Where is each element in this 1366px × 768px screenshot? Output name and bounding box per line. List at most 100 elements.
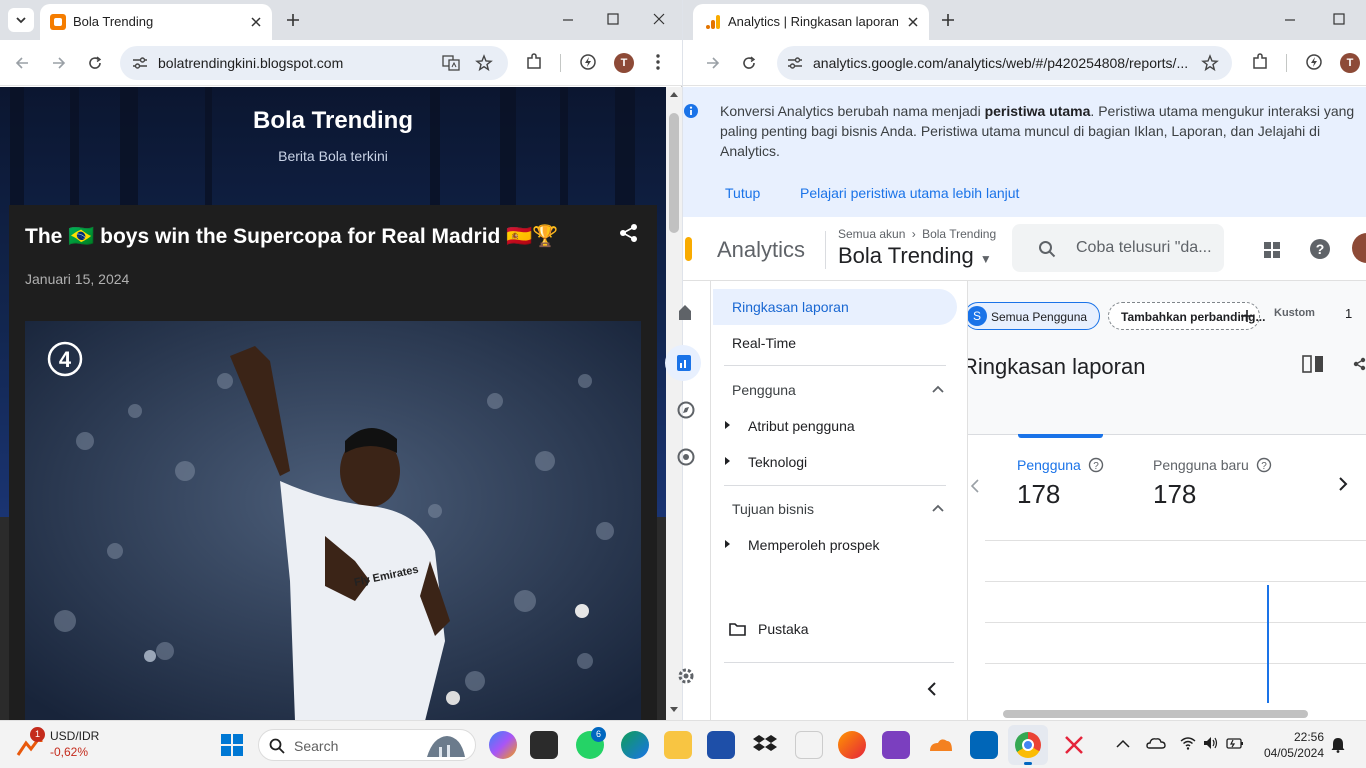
nav-item-realtime[interactable]: Real-Time xyxy=(732,335,796,351)
tab-bola-trending[interactable]: Bola Trending xyxy=(40,4,272,40)
notification-bell-icon[interactable] xyxy=(1331,737,1345,753)
taskbar-search[interactable]: Search xyxy=(258,729,476,761)
account-breadcrumb[interactable]: Semua akun › Bola Trending xyxy=(838,227,996,241)
nav-section-business-objectives[interactable]: Tujuan bisnis xyxy=(732,501,814,517)
account-avatar[interactable] xyxy=(1352,233,1366,263)
tab-analytics[interactable]: Analytics | Ringkasan laporan xyxy=(693,4,929,40)
firefox-icon[interactable] xyxy=(838,731,866,759)
more-menu-icon[interactable] xyxy=(655,53,661,71)
tab-search-button[interactable] xyxy=(8,8,34,32)
address-bar[interactable]: analytics.google.com/analytics/web/#/p42… xyxy=(777,46,1232,80)
onedrive-cloud-icon[interactable] xyxy=(1146,736,1166,750)
date-range-label[interactable]: Kustom xyxy=(1274,307,1315,319)
visual-studio-icon[interactable] xyxy=(882,731,910,759)
nav-item-generate-leads[interactable]: Memperoleh prospek xyxy=(748,537,880,553)
segment-chip-all-users[interactable]: S Semua Pengguna xyxy=(968,302,1100,330)
microsoft-store-icon[interactable] xyxy=(707,731,735,759)
scroll-up-arrow-icon[interactable] xyxy=(670,91,678,97)
site-settings-icon[interactable] xyxy=(787,56,803,70)
collapse-nav-chevron-icon[interactable] xyxy=(927,682,937,696)
snipping-tool-icon[interactable] xyxy=(1060,731,1088,759)
cloudflare-icon[interactable] xyxy=(926,731,954,759)
analytics-search[interactable]: Coba telusuri "da... xyxy=(1012,224,1224,272)
blog-title[interactable]: Bola Trending xyxy=(0,107,666,135)
performance-icon[interactable] xyxy=(579,53,597,71)
file-explorer-icon[interactable] xyxy=(664,731,692,759)
system-tray-chevron-icon[interactable] xyxy=(1116,739,1130,749)
bookmark-star-icon[interactable] xyxy=(1201,54,1219,72)
back-arrow-icon[interactable] xyxy=(14,55,30,71)
profile-avatar[interactable]: T xyxy=(614,53,634,73)
vscode-icon[interactable] xyxy=(970,731,998,759)
stock-name[interactable]: USD/IDR xyxy=(50,729,99,743)
expand-triangle-icon[interactable] xyxy=(725,540,731,548)
chrome-active-button[interactable] xyxy=(1008,725,1048,765)
chevron-up-icon[interactable] xyxy=(932,504,944,512)
share-icon[interactable] xyxy=(619,223,639,243)
help-icon[interactable]: ? xyxy=(1310,239,1330,259)
copilot-icon[interactable] xyxy=(489,731,517,759)
post-image[interactable]: 4 Fly Emirates xyxy=(25,321,641,720)
scrollbar-thumb[interactable] xyxy=(669,113,679,233)
reload-icon[interactable] xyxy=(87,55,103,71)
address-bar[interactable]: bolatrendingkini.blogspot.com xyxy=(120,46,508,80)
add-comparison-chip[interactable]: Tambahkan perbanding... xyxy=(1108,302,1265,330)
property-selector[interactable]: Bola Trending ▼ xyxy=(838,243,992,269)
task-view-icon[interactable] xyxy=(530,731,558,759)
help-circle-icon[interactable]: ? xyxy=(1256,457,1272,473)
maximize-icon[interactable] xyxy=(607,13,619,25)
new-tab-plus-icon[interactable] xyxy=(940,12,956,28)
dropbox-icon[interactable] xyxy=(751,731,779,759)
close-icon[interactable] xyxy=(907,16,919,28)
banner-close-button[interactable]: Tutup xyxy=(725,185,760,201)
carousel-next-chevron-icon[interactable] xyxy=(1338,477,1348,491)
amazon-icon[interactable] xyxy=(795,731,823,759)
whatsapp-icon[interactable]: 6 xyxy=(576,727,606,759)
share-icon[interactable] xyxy=(1353,357,1366,371)
translate-icon[interactable] xyxy=(442,55,460,71)
close-icon[interactable] xyxy=(250,16,262,28)
minimize-icon[interactable] xyxy=(1284,14,1296,26)
metric-users[interactable]: Pengguna 178 xyxy=(1017,457,1081,510)
nav-item-report-snapshot[interactable]: Ringkasan laporan xyxy=(732,299,849,315)
window-close-icon[interactable] xyxy=(653,13,665,25)
site-settings-icon[interactable] xyxy=(132,56,148,70)
volume-icon[interactable] xyxy=(1203,736,1219,750)
maximize-icon[interactable] xyxy=(1333,13,1345,25)
nav-section-users[interactable]: Pengguna xyxy=(732,382,796,398)
admin-gear-icon[interactable] xyxy=(677,667,695,685)
nav-item-library[interactable]: Pustaka xyxy=(758,621,809,637)
stock-widget[interactable]: 1 xyxy=(14,727,45,759)
forward-arrow-icon[interactable] xyxy=(705,55,721,71)
performance-icon[interactable] xyxy=(1305,53,1323,71)
advertising-icon[interactable] xyxy=(677,448,695,466)
carousel-prev-chevron-icon[interactable] xyxy=(971,479,979,493)
expand-triangle-icon[interactable] xyxy=(725,421,731,429)
minimize-icon[interactable] xyxy=(562,14,574,26)
chevron-up-icon[interactable] xyxy=(932,385,944,393)
expand-triangle-icon[interactable] xyxy=(725,457,731,465)
horizontal-scrollbar-thumb[interactable] xyxy=(1003,710,1308,718)
compare-view-icon[interactable] xyxy=(1302,355,1324,373)
system-clock[interactable]: 22:56 04/05/2024 xyxy=(1240,729,1324,761)
learn-key-events-link[interactable]: Pelajari peristiwa utama lebih lanjut xyxy=(800,185,1019,201)
date-range-value[interactable]: 1 xyxy=(1345,306,1352,321)
reports-nav-button[interactable] xyxy=(665,345,701,381)
apps-grid-icon[interactable] xyxy=(1263,241,1281,259)
product-name[interactable]: Analytics xyxy=(717,237,805,263)
post-title[interactable]: The 🇧🇷 boys win the Supercopa for Real M… xyxy=(25,225,585,249)
nav-item-user-attributes[interactable]: Atribut pengguna xyxy=(748,418,855,434)
nav-item-technology[interactable]: Teknologi xyxy=(748,454,807,470)
bookmark-star-icon[interactable] xyxy=(475,54,493,72)
forward-arrow-icon[interactable] xyxy=(51,55,67,71)
help-circle-icon[interactable]: ? xyxy=(1088,457,1104,473)
extensions-puzzle-icon[interactable] xyxy=(1251,53,1269,71)
metric-new-users[interactable]: Pengguna baru 178 xyxy=(1153,457,1249,510)
home-icon[interactable] xyxy=(677,303,693,321)
new-tab-plus-icon[interactable] xyxy=(285,12,301,28)
explore-icon[interactable] xyxy=(677,401,695,419)
windows-start-icon[interactable] xyxy=(221,734,243,756)
extensions-puzzle-icon[interactable] xyxy=(525,53,543,71)
reload-icon[interactable] xyxy=(741,55,757,71)
analytics-logo-icon[interactable] xyxy=(683,237,693,261)
